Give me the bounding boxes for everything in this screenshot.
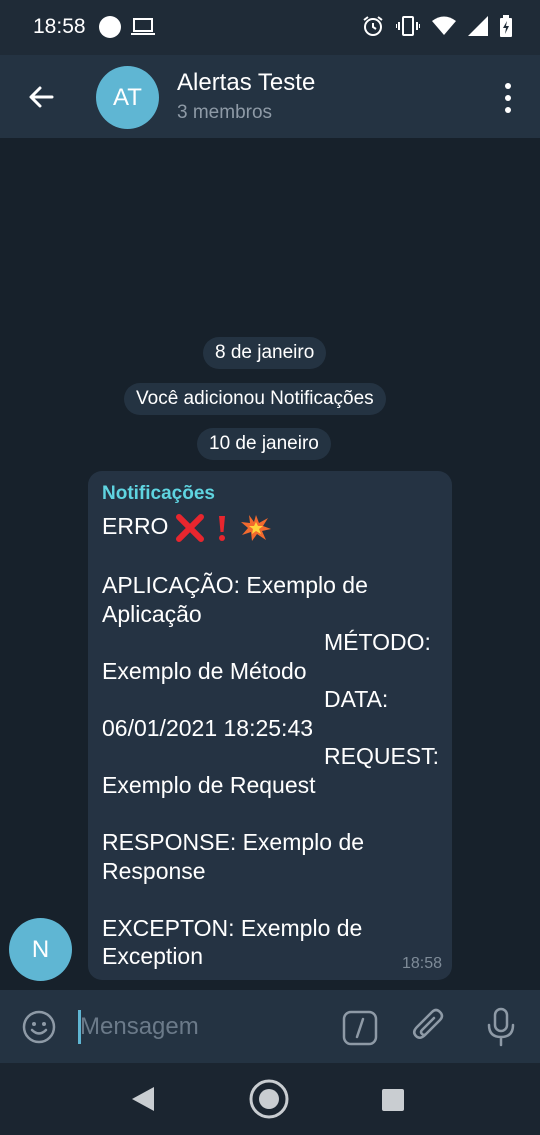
message-error-label: ERRO <box>102 513 169 539</box>
wifi-icon <box>432 16 456 35</box>
more-vertical-icon[interactable] <box>498 80 518 116</box>
collision-emoji <box>240 514 271 541</box>
message-line: 06/01/2021 18:25:43 <box>102 715 314 741</box>
message-bubble[interactable]: Notificações ERRO APLICAÇÃO: Exemplo de … <box>88 471 452 980</box>
system-nav-bar <box>0 1063 540 1135</box>
message-line: DATA: <box>324 686 389 712</box>
back-arrow-icon[interactable] <box>22 77 62 117</box>
exclamation-emoji <box>219 515 226 541</box>
message-line: ERRO <box>102 513 272 542</box>
alarm-icon <box>363 16 383 36</box>
battery-icon <box>500 15 512 37</box>
nav-home-icon[interactable] <box>248 1078 290 1120</box>
message-sender[interactable]: Notificações <box>102 483 215 505</box>
smile-icon[interactable] <box>22 1010 56 1044</box>
status-time: 18:58 <box>33 15 86 38</box>
chat-subtitle: 3 membros <box>177 102 273 123</box>
message-time: 18:58 <box>401 955 442 972</box>
message-line: Response <box>102 858 206 884</box>
message-line: RESPONSE: Exemplo de <box>102 829 365 855</box>
microphone-icon[interactable] <box>485 1007 517 1047</box>
chat-header: AT Alertas Teste 3 membros <box>0 55 540 138</box>
message-line: REQUEST: <box>324 743 440 769</box>
message-line: Exception <box>102 943 204 969</box>
nav-back-icon[interactable] <box>130 1086 156 1112</box>
slash-command-icon[interactable] <box>342 1010 378 1046</box>
cross-mark-emoji <box>175 513 204 542</box>
date-separator: 8 de janeiro <box>203 337 327 369</box>
date-separator: 10 de janeiro <box>197 428 331 460</box>
message-line: EXCEPTON: Exemplo de <box>102 915 363 941</box>
vibrate-icon <box>396 16 420 36</box>
message-line: Aplicação <box>102 601 202 627</box>
circle-icon <box>99 16 121 38</box>
signal-icon <box>468 16 488 36</box>
chat-title[interactable]: Alertas Teste <box>177 69 315 97</box>
status-bar: 18:58 <box>0 0 540 55</box>
group-avatar[interactable]: AT <box>96 66 159 129</box>
message-input-bar <box>0 990 540 1063</box>
laptop-icon <box>131 18 155 35</box>
paperclip-icon[interactable] <box>412 1008 448 1046</box>
sender-avatar[interactable]: N <box>9 918 72 981</box>
message-line: APLICAÇÃO: Exemplo de <box>102 572 368 598</box>
status-icons <box>362 15 512 37</box>
message-line: MÉTODO: <box>324 629 431 655</box>
message-line: Exemplo de Request <box>102 772 316 798</box>
message-line: Exemplo de Método <box>102 658 307 684</box>
service-message: Você adicionou Notificações <box>124 383 386 415</box>
message-input[interactable] <box>80 1008 330 1046</box>
nav-recents-icon[interactable] <box>382 1089 404 1111</box>
